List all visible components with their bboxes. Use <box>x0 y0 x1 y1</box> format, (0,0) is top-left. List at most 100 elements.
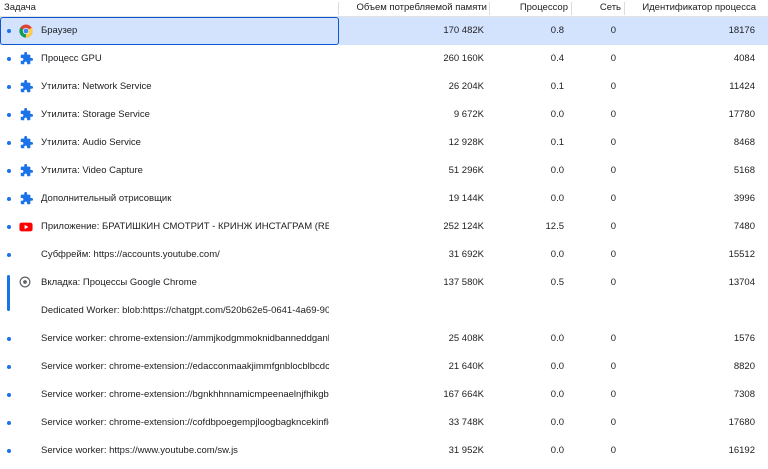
memory-value: 31 692K <box>448 249 484 260</box>
pid-value: 8820 <box>733 361 755 372</box>
network-value: 0 <box>610 361 616 372</box>
table-row[interactable]: Процесс GPU 260 160K 0.4 0 4084 <box>0 45 768 73</box>
column-pid-header[interactable]: Идентификатор процесса <box>626 0 756 16</box>
network-value <box>566 297 616 325</box>
task-name: Service worker: https://www.youtube.com/… <box>41 445 238 456</box>
memory-value: 21 640K <box>448 361 484 372</box>
process-dot-icon <box>7 337 11 341</box>
process-group-bar <box>7 275 10 311</box>
table-row[interactable]: Субфрейм: https://accounts.youtube.com/3… <box>0 241 768 269</box>
task-name: Service worker: chrome-extension://cofdb… <box>41 417 329 428</box>
task-name: Dedicated Worker: blob:https://chatgpt.c… <box>41 305 329 316</box>
task-name: Утилита: Video Capture <box>41 165 143 176</box>
network-value: 0 <box>610 333 616 344</box>
task-name: Браузер <box>41 25 78 36</box>
network-value: 0 <box>610 193 616 204</box>
network-value: 0 <box>610 25 616 36</box>
cpu-value: 0.1 <box>550 137 564 148</box>
table-row[interactable]: Service worker: chrome-extension://bgnkh… <box>0 381 768 409</box>
table-row[interactable]: Service worker: https://www.youtube.com/… <box>0 437 768 465</box>
task-name: Дополнительный отрисовщик <box>41 193 172 204</box>
table-row[interactable]: Service worker: chrome-extension://cofdb… <box>0 409 768 437</box>
process-dot-icon <box>7 253 11 257</box>
network-value: 0 <box>610 277 616 288</box>
column-network-header[interactable]: Сеть <box>573 0 621 16</box>
cpu-value: 0.5 <box>550 277 564 288</box>
column-memory-header[interactable]: Объем потребляемой памяти <box>340 0 487 16</box>
column-task-header[interactable]: Задача <box>4 0 36 16</box>
process-dot-icon <box>7 449 11 453</box>
puzzle-icon <box>19 51 33 66</box>
chrome-icon <box>19 24 33 38</box>
task-name: Процесс GPU <box>41 53 102 64</box>
task-name: Service worker: chrome-extension://bgnkh… <box>41 389 329 400</box>
memory-value: 26 204K <box>448 81 484 92</box>
puzzle-icon <box>19 163 33 178</box>
table-row[interactable]: Service worker: chrome-extension://ammjk… <box>0 325 768 353</box>
column-divider[interactable] <box>489 2 490 15</box>
puzzle-icon <box>19 79 33 94</box>
process-dot-icon <box>7 365 11 369</box>
cpu-value: 0.4 <box>550 53 564 64</box>
cpu-value: 0.0 <box>550 445 564 456</box>
puzzle-icon <box>19 191 33 206</box>
memory-value: 9 672K <box>453 109 484 120</box>
process-dot-icon <box>7 225 11 229</box>
cpu-value: 0.0 <box>550 249 564 260</box>
task-name: Утилита: Storage Service <box>41 109 150 120</box>
table-row[interactable]: Браузер 170 482K 0.8 0 18176 <box>0 17 768 45</box>
memory-value: 12 928K <box>448 137 484 148</box>
pid-value: 7480 <box>733 221 755 232</box>
process-dot-icon <box>7 421 11 425</box>
process-dot-icon <box>7 57 11 61</box>
pid-value: 16192 <box>728 445 755 456</box>
gear-icon <box>19 276 33 290</box>
column-divider[interactable] <box>571 2 572 15</box>
memory-value: 25 408K <box>448 333 484 344</box>
memory-value: 31 952K <box>448 445 484 456</box>
table-row[interactable]: Утилита: Network Service 26 204K 0.1 0 11424 <box>0 73 768 101</box>
process-dot-icon <box>7 197 11 201</box>
pid-value: 8468 <box>733 137 755 148</box>
puzzle-icon <box>19 107 33 122</box>
network-value: 0 <box>610 445 616 456</box>
pid-value: 1576 <box>733 333 755 344</box>
memory-value: 51 296K <box>448 165 484 176</box>
network-value: 0 <box>610 221 616 232</box>
pid-value: 13704 <box>728 277 755 288</box>
process-dot-icon <box>7 113 11 117</box>
table-row[interactable]: Утилита: Storage Service 9 672K 0.0 0 17780 <box>0 101 768 129</box>
pid-value: 11424 <box>729 81 755 92</box>
cpu-value: 0.0 <box>550 361 564 372</box>
table-row[interactable]: Утилита: Video Capture 51 296K 0.0 0 5168 <box>0 157 768 185</box>
task-name: Приложение: БРАТИШКИН СМОТРИТ - КРИНЖ ИН… <box>41 221 329 232</box>
column-divider[interactable] <box>624 2 625 15</box>
memory-value: 137 580K <box>443 277 484 288</box>
table-row[interactable]: Вкладка: Процессы Google Chrome 137 580K 0… <box>0 269 768 297</box>
pid-value: 4084 <box>733 53 755 64</box>
network-value: 0 <box>610 165 616 176</box>
memory-value: 170 482K <box>443 25 484 36</box>
table-row[interactable]: Service worker: chrome-extension://edacc… <box>0 353 768 381</box>
cpu-value: 12.5 <box>545 221 565 232</box>
memory-value: 167 664K <box>443 389 484 400</box>
column-cpu-header[interactable]: Процессор <box>491 0 568 16</box>
table-header: Задача Объем потребляемой памяти Процесс… <box>0 0 768 17</box>
pid-value: 17780 <box>728 109 755 120</box>
memory-value: 252 124K <box>443 221 484 232</box>
table-row[interactable]: Утилита: Audio Service 12 928K 0.1 0 8468 <box>0 129 768 157</box>
table-row[interactable]: Dedicated Worker: blob:https://chatgpt.c… <box>0 297 768 325</box>
memory-value: 260 160K <box>443 53 484 64</box>
memory-value: 19 144K <box>448 193 484 204</box>
table-row[interactable]: Дополнительный отрисовщик 19 144K 0.0 0 3996 <box>0 185 768 213</box>
network-value: 0 <box>610 81 616 92</box>
pid-value: 15512 <box>728 249 755 260</box>
cpu-value: 0.0 <box>550 165 564 176</box>
cpu-value: 0.0 <box>550 109 564 120</box>
table-row[interactable]: Приложение: БРАТИШКИН СМОТРИТ - КРИНЖ ИН… <box>0 213 768 241</box>
memory-value: 33 748K <box>448 417 484 428</box>
cpu-value: 0.8 <box>550 25 564 36</box>
process-dot-icon <box>7 169 11 173</box>
task-name: Service worker: chrome-extension://ammjk… <box>41 333 329 344</box>
column-divider[interactable] <box>338 2 339 15</box>
